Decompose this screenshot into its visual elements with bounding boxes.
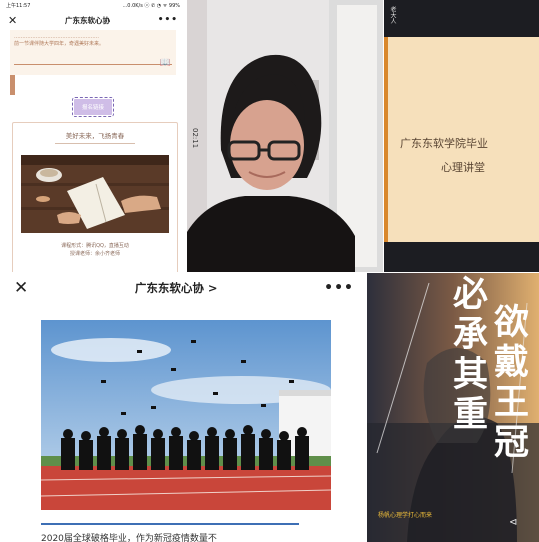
article-caption: 2020届全球破格毕业，作为新冠疫情数量不 — [41, 534, 217, 542]
graduation-article-screenshot: ✕ 广东东软心协 > ••• 2020届全球破格毕业，作为新冠疫情数量不 — [0, 273, 366, 542]
article-header-block: …………………………………………… 前一节课伴随大学四年，奇遇美好未来。 📖 — [10, 30, 176, 75]
slide: 广东东软学院毕业 心理讲堂 — [384, 37, 539, 242]
paper-plane-icon: ⊲ — [509, 517, 518, 528]
poster-char-2: 承 — [453, 314, 489, 355]
page-title[interactable]: 广东东软心协 > — [135, 280, 218, 296]
book-icon: 📖 — [159, 58, 171, 68]
graduation-photo — [40, 320, 332, 510]
course-card: 美好未来，飞扬青春 课程形式：腾讯QQ，直播互动 授课老师：余小齐老师 — [12, 122, 178, 272]
signup-link-button[interactable]: 报名链接 — [71, 97, 115, 117]
poster-char-7: 王 — [494, 382, 530, 423]
article-screenshot: 上午11:57 ...0.0K/s ⓥ ✆ ◔ ᯤ 99% ✕ 广东东软心协 •… — [0, 0, 186, 272]
close-icon[interactable]: ✕ — [14, 278, 28, 298]
top-nav: ✕ 广东东软心协 ••• — [0, 10, 186, 30]
side-label: 老大人 — [389, 6, 396, 24]
reading-photo — [21, 155, 169, 233]
poster-char-3: 其 — [453, 354, 489, 395]
speaker-portrait — [187, 0, 383, 272]
more-icon[interactable]: ••• — [324, 280, 354, 296]
slide-title-line1: 广东东软学院毕业 — [400, 137, 488, 150]
poster-footer-text: 杨帆心理学打心而来 — [378, 512, 433, 519]
teacher-text: 授课老师：余小齐老师 — [69, 251, 120, 257]
page-title: 广东东软心协 — [64, 15, 110, 25]
close-icon[interactable]: ✕ — [8, 14, 17, 27]
scroll-progress-bar — [41, 523, 299, 525]
decorative-bar — [10, 75, 15, 95]
more-icon[interactable]: ••• — [158, 15, 178, 25]
poster-char-6: 戴 — [494, 342, 530, 383]
poster-char-4: 重 — [453, 394, 489, 435]
course-info: 课程形式：腾讯QQ，直播互动 授课老师：余小齐老师 — [13, 242, 177, 258]
divider — [55, 143, 135, 144]
presentation-slide-frame: 老大人 广东东软学院毕业 心理讲堂 — [384, 0, 539, 272]
elapsed-time: 02:11 — [191, 128, 199, 149]
status-bar: 上午11:57 ...0.0K/s ⓥ ✆ ◔ ᯤ 99% — [0, 0, 186, 10]
video-call-frame: 02:11 — [187, 0, 383, 272]
course-form-text: 课程形式：腾讯QQ，直播互动 — [61, 243, 129, 249]
top-nav: ✕ 广东东软心协 > ••• — [0, 273, 366, 303]
poster-char-1: 必 — [453, 274, 489, 315]
status-time: 上午11:57 — [6, 2, 31, 9]
article-intro-text: …………………………………………… 前一节课伴随大学四年，奇遇美好未来。 — [14, 34, 105, 47]
divider — [14, 64, 172, 65]
poster-char-8: 冠 — [494, 422, 530, 463]
slide-title-line2: 心理讲堂 — [441, 161, 485, 174]
slogan-text: 美好未来，飞扬青春 — [65, 132, 125, 140]
poster: 必 承 其 重 欲 戴 王 冠 杨帆心理学打心而来 ⊲ — [367, 273, 539, 542]
poster-char-5: 欲 — [494, 302, 530, 343]
status-icons: ...0.0K/s ⓥ ✆ ◔ ᯤ 99% — [122, 2, 180, 9]
